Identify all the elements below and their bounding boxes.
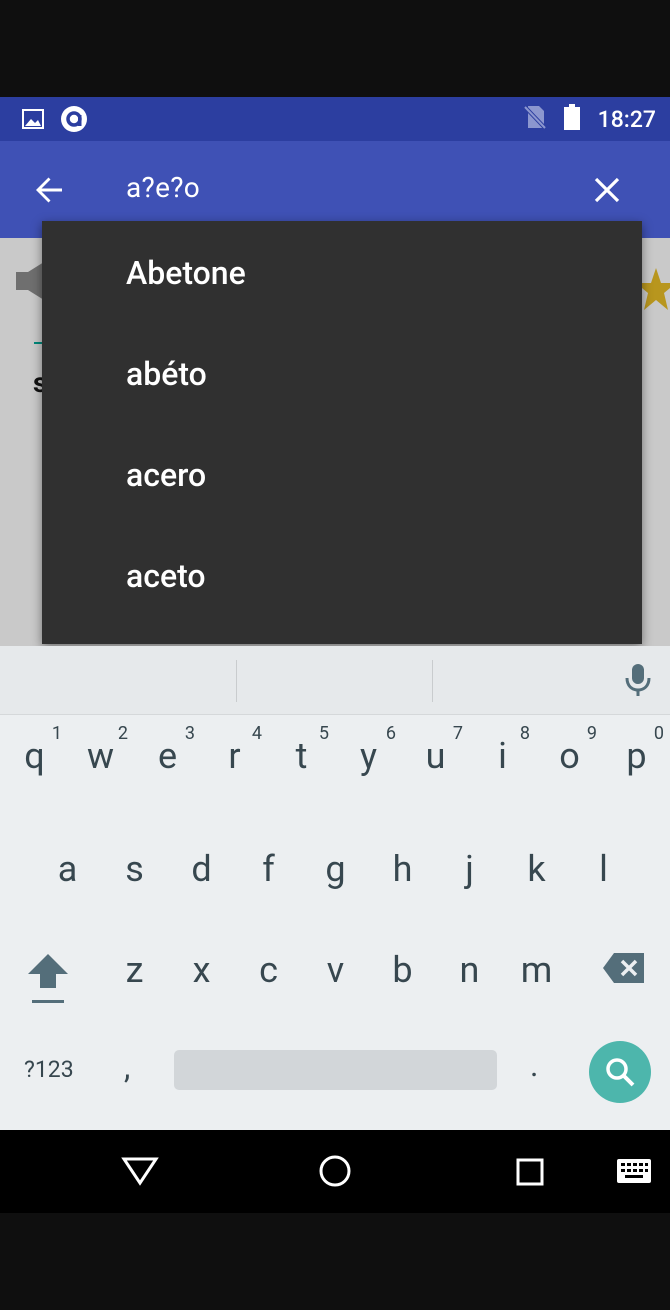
suggestion-item[interactable]: aceto (126, 526, 206, 627)
no-sim-icon (523, 104, 547, 134)
search-action-key[interactable] (589, 1041, 651, 1103)
key-u[interactable]: 7u (402, 715, 469, 795)
key-y[interactable]: 6y (335, 715, 402, 795)
suggestions-dropdown: Abetone abéto acero aceto (42, 221, 642, 644)
suggestion-item[interactable]: Abetone (126, 223, 246, 324)
clear-search-button[interactable] (588, 169, 626, 211)
system-nav-bar (0, 1130, 670, 1213)
key-v[interactable]: v (302, 929, 369, 1009)
key-l[interactable]: l (570, 828, 637, 908)
key-w[interactable]: 2w (67, 715, 134, 795)
battery-icon (563, 104, 580, 134)
shift-icon (28, 954, 68, 1003)
microphone-icon[interactable] (624, 662, 652, 702)
key-n[interactable]: n (436, 929, 503, 1009)
search-icon (606, 1058, 635, 1087)
key-x[interactable]: x (168, 929, 235, 1009)
strip-divider (236, 660, 237, 702)
shift-key[interactable] (24, 952, 72, 1004)
key-o[interactable]: 9o (536, 715, 603, 795)
key-p[interactable]: 0p (603, 715, 670, 795)
key-s[interactable]: s (101, 828, 168, 908)
key-i[interactable]: 8i (469, 715, 536, 795)
search-input[interactable]: a?e?o (126, 171, 200, 204)
key-j[interactable]: j (436, 828, 503, 908)
key-e[interactable]: 3e (134, 715, 201, 795)
key-d[interactable]: d (168, 828, 235, 908)
space-bar[interactable] (174, 1050, 497, 1090)
image-icon (22, 108, 44, 134)
symbols-key[interactable]: ?123 (24, 1056, 74, 1083)
keyboard-suggestion-strip (0, 646, 670, 715)
backspace-icon (603, 953, 644, 983)
key-z[interactable]: z (101, 929, 168, 1009)
nav-recents-icon[interactable] (516, 1158, 544, 1190)
key-m[interactable]: m (503, 929, 570, 1009)
key-k[interactable]: k (503, 828, 570, 908)
arrow-back-icon (36, 177, 62, 203)
close-icon (594, 177, 620, 203)
key-q[interactable]: 1q (1, 715, 68, 795)
nav-home-icon[interactable] (318, 1154, 352, 1192)
soft-keyboard: 1q 2w 3e 4r 5t 6y 7u 8i 9o 0p a s d f g … (0, 646, 670, 1130)
nav-back-icon[interactable] (121, 1156, 159, 1190)
comma-key[interactable]: , (124, 1048, 130, 1086)
key-b[interactable]: b (369, 929, 436, 1009)
key-t[interactable]: 5t (268, 715, 335, 795)
period-key[interactable]: . (530, 1046, 538, 1084)
app-notification-icon (60, 105, 88, 137)
status-time: 18:27 (597, 105, 656, 133)
key-a[interactable]: a (34, 828, 101, 908)
key-c[interactable]: c (235, 929, 302, 1009)
key-f[interactable]: f (235, 828, 302, 908)
back-button[interactable] (28, 169, 70, 211)
key-g[interactable]: g (302, 828, 369, 908)
suggestion-item[interactable]: acero (126, 425, 206, 526)
status-bar: 18:27 (0, 97, 670, 141)
keyboard-switch-icon[interactable] (616, 1158, 652, 1188)
suggestion-item[interactable]: abéto (126, 324, 207, 425)
strip-divider (432, 660, 433, 702)
key-h[interactable]: h (369, 828, 436, 908)
backspace-key[interactable] (602, 952, 646, 988)
key-r[interactable]: 4r (201, 715, 268, 795)
